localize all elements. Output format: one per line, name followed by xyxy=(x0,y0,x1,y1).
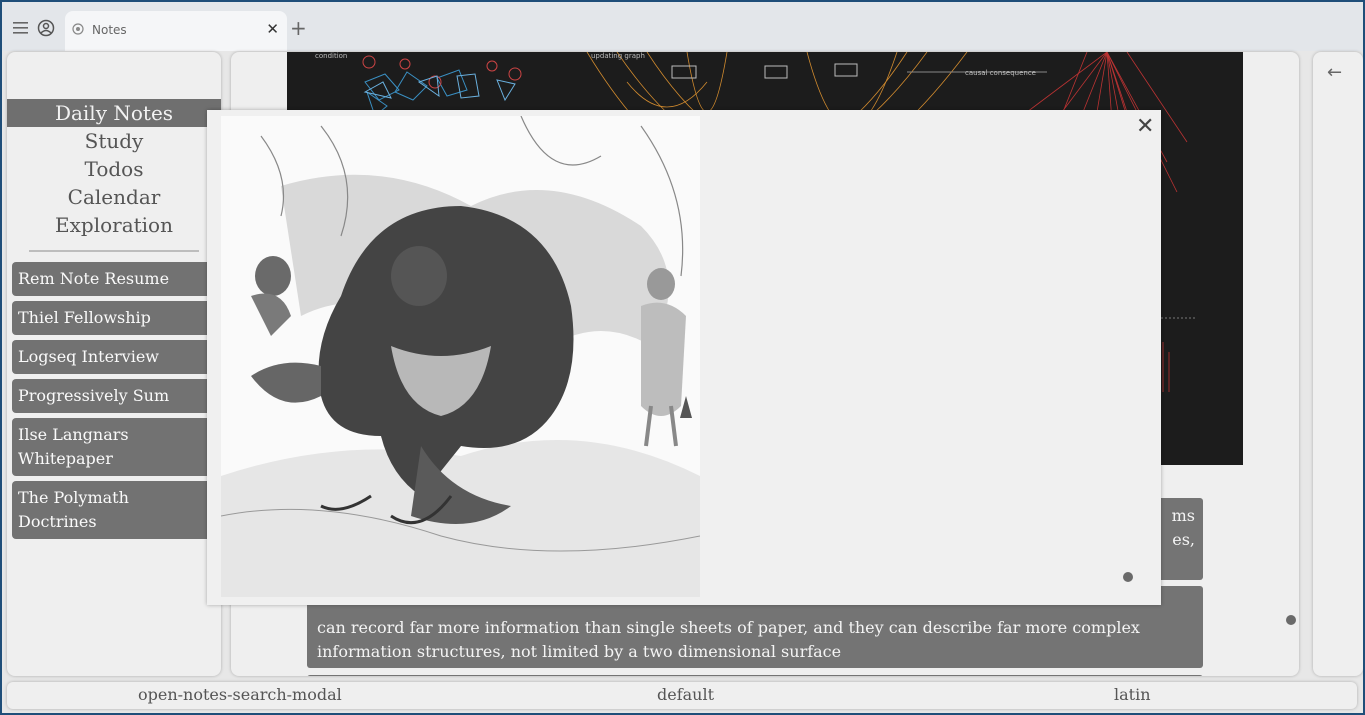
note-item-thiel-fellowship[interactable]: Thiel Fellowship xyxy=(12,301,212,335)
new-tab-button[interactable]: + xyxy=(290,18,307,38)
nav-divider xyxy=(29,250,199,252)
diagram-label-causal-consequence: causal consequence xyxy=(965,69,1036,77)
nav-calendar[interactable]: Calendar xyxy=(7,183,221,211)
note-item-progressively-sum[interactable]: Progressively Sum xyxy=(12,379,212,413)
app-window: Notes ✕ + Daily Notes Study Todos Calend… xyxy=(2,2,1363,713)
note-item-label: The Polymath xyxy=(18,488,129,507)
note-item-label: Ilse Langnars xyxy=(18,425,129,444)
note-item-polymath-doctrines[interactable]: The Polymath Doctrines xyxy=(12,481,212,539)
image-modal: ✕ xyxy=(207,110,1161,605)
note-item-label: Rem Note Resume xyxy=(18,269,170,288)
left-sidebar: Daily Notes Study Todos Calendar Explora… xyxy=(7,52,221,676)
right-panel: ← xyxy=(1313,52,1363,676)
back-arrow-icon[interactable]: ← xyxy=(1327,62,1342,83)
browser-tab-bar: Notes ✕ + xyxy=(2,2,1363,51)
modal-close-icon[interactable]: ✕ xyxy=(1136,116,1154,138)
nav-exploration[interactable]: Exploration xyxy=(7,211,221,239)
tab-favicon-icon xyxy=(72,23,84,35)
note-item-logseq-interview[interactable]: Logseq Interview xyxy=(12,340,212,374)
status-theme: default xyxy=(657,685,715,704)
content-line: can record far more information than sin… xyxy=(317,618,1140,637)
note-item-rem-note-resume[interactable]: Rem Note Resume xyxy=(12,262,212,296)
scroll-indicator[interactable] xyxy=(1286,615,1296,625)
profile-icon[interactable] xyxy=(36,18,56,38)
status-language: latin xyxy=(1114,685,1151,704)
status-bar: open-notes-search-modal default latin xyxy=(7,682,1357,709)
nav-todos[interactable]: Todos xyxy=(7,155,221,183)
nav-study[interactable]: Study xyxy=(7,127,221,155)
content-fragment: ms xyxy=(1171,506,1195,525)
note-item-label: Progressively Sum xyxy=(18,386,170,405)
note-item-ilse-langnars-whitepaper[interactable]: Ilse Langnars Whitepaper xyxy=(12,418,212,476)
status-command: open-notes-search-modal xyxy=(138,685,342,704)
note-item-label: Thiel Fellowship xyxy=(18,308,151,327)
note-item-label-line2: Whitepaper xyxy=(18,449,113,468)
main-nav: Daily Notes Study Todos Calendar Explora… xyxy=(7,99,221,239)
diagram-label-updating-graph: updating graph xyxy=(591,52,645,60)
diagram-label-condition: condition xyxy=(315,52,347,60)
content-line: information structures, not limited by a… xyxy=(317,642,842,661)
content-block-3[interactable] xyxy=(307,675,1203,676)
modal-scroll-indicator[interactable] xyxy=(1123,572,1133,582)
manga-illustration xyxy=(221,116,700,597)
nav-daily-notes[interactable]: Daily Notes xyxy=(7,99,221,127)
menu-icon[interactable] xyxy=(11,18,31,38)
note-item-label-line2: Doctrines xyxy=(18,512,97,531)
tab-notes[interactable]: Notes ✕ xyxy=(65,11,287,51)
tab-close-icon[interactable]: ✕ xyxy=(266,20,279,38)
note-item-label: Logseq Interview xyxy=(18,347,159,366)
tab-title: Notes xyxy=(92,23,127,37)
modal-image xyxy=(221,116,700,597)
content-fragment: es, xyxy=(1172,530,1195,549)
